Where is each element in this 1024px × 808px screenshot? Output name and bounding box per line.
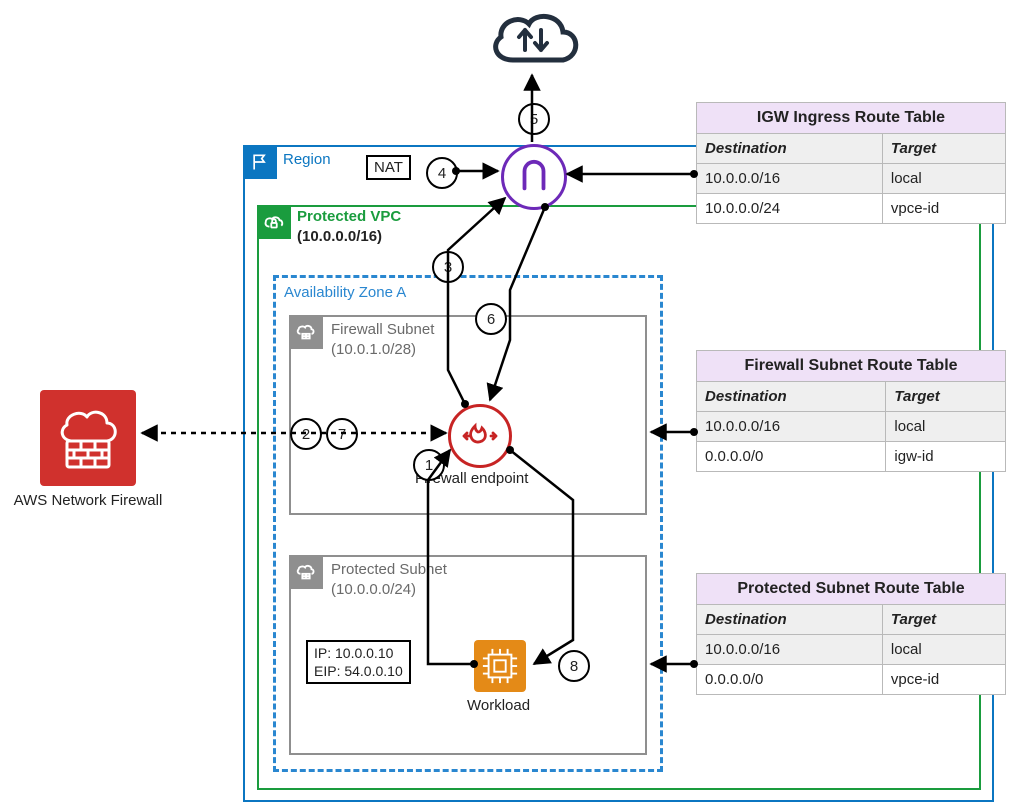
table-row: 10.0.0.0/16local <box>697 635 1006 665</box>
firewall-route-table-title: Firewall Subnet Route Table <box>696 350 1006 381</box>
vpc-title: Protected VPC <box>297 208 401 225</box>
col-dest: Destination <box>697 134 883 164</box>
table-row: 0.0.0.0/0igw-id <box>697 442 1006 472</box>
table-row: 10.0.0.0/16local <box>697 164 1006 194</box>
table-row: 10.0.0.0/16local <box>697 412 1006 442</box>
subnet-icon <box>289 555 323 589</box>
nat-label-box: NAT <box>366 155 411 180</box>
igw-route-table: IGW Ingress Route Table Destination Targ… <box>696 102 1006 224</box>
availability-zone-label: Availability Zone A <box>284 284 406 301</box>
table-row: 10.0.0.0/24vpce-id <box>697 194 1006 224</box>
step-7: 7 <box>326 418 358 450</box>
step-1: 1 <box>413 449 445 481</box>
protected-subnet-route-table: Protected Subnet Route Table Destination… <box>696 573 1006 695</box>
firewall-endpoint-icon <box>448 404 512 468</box>
step-4: 4 <box>426 157 458 189</box>
step-8: 8 <box>558 650 590 682</box>
col-dest: Destination <box>697 605 883 635</box>
protected-subnet-title: Protected Subnet <box>331 561 447 578</box>
region-flag-icon <box>243 145 277 179</box>
internet-cloud-icon <box>483 4 583 82</box>
region-label: Region <box>283 151 331 168</box>
firewall-subnet-cidr: (10.0.1.0/28) <box>331 341 416 358</box>
table-row: 0.0.0.0/0vpce-id <box>697 665 1006 695</box>
col-target: Target <box>886 382 1006 412</box>
workload-instance-icon <box>474 640 526 692</box>
protected-route-table-title: Protected Subnet Route Table <box>696 573 1006 604</box>
col-target: Target <box>882 605 1005 635</box>
step-2: 2 <box>290 418 322 450</box>
step-6: 6 <box>475 303 507 335</box>
igw-route-table-title: IGW Ingress Route Table <box>696 102 1006 133</box>
workload-ip-box: IP: 10.0.0.10 EIP: 54.0.0.10 <box>306 640 411 684</box>
workload-ip: IP: 10.0.0.10 <box>314 644 403 662</box>
step-5: 5 <box>518 103 550 135</box>
firewall-subnet-title: Firewall Subnet <box>331 321 434 338</box>
step-3: 3 <box>432 251 464 283</box>
workload-label: Workload <box>467 697 530 714</box>
vpc-cloud-lock-icon <box>257 205 291 239</box>
firewall-subnet-route-table: Firewall Subnet Route Table Destination … <box>696 350 1006 472</box>
protected-subnet-cidr: (10.0.0.0/24) <box>331 581 416 598</box>
vpc-cidr: (10.0.0.0/16) <box>297 228 382 245</box>
subnet-icon <box>289 315 323 349</box>
aws-network-firewall-icon <box>40 390 136 486</box>
col-target: Target <box>882 134 1005 164</box>
internet-gateway-icon <box>501 144 567 210</box>
col-dest: Destination <box>697 382 886 412</box>
workload-eip: EIP: 54.0.0.10 <box>314 662 403 680</box>
aws-network-firewall-label: AWS Network Firewall <box>8 492 168 509</box>
diagram-canvas: AWS Network Firewall Region Protected VP… <box>0 0 1024 808</box>
